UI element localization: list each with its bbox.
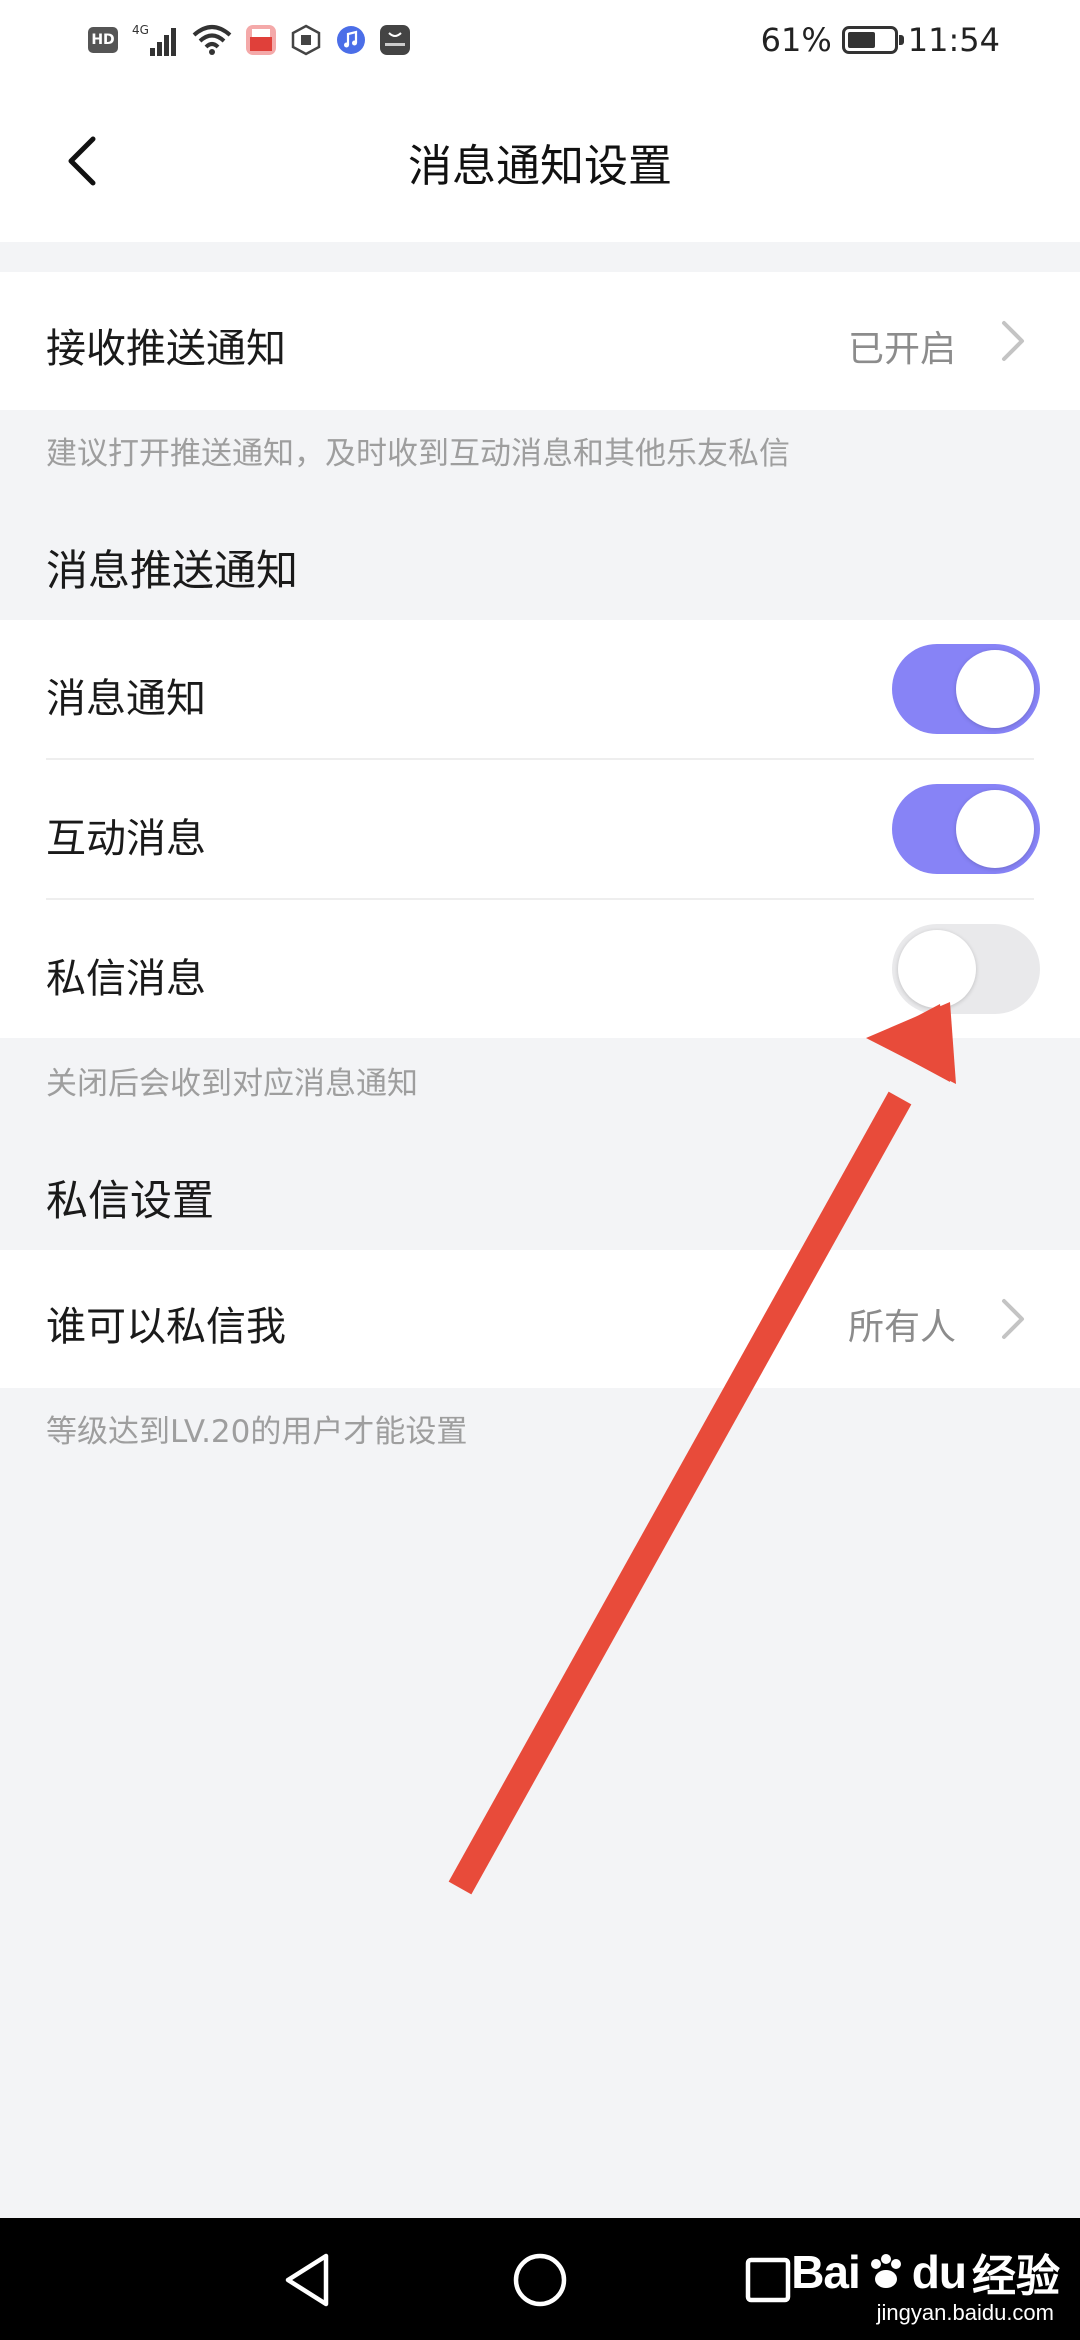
watermark-brand: Bai bbox=[791, 2246, 861, 2298]
app-hexagon-icon bbox=[290, 24, 322, 56]
watermark-url: jingyan.baidu.com bbox=[876, 2300, 1054, 2325]
push-notification-value: 已开启 bbox=[847, 329, 956, 370]
battery-percent: 61% bbox=[760, 21, 832, 59]
message-push-group: 消息通知 互动消息 私信消息 bbox=[0, 620, 1080, 1038]
home-circle-icon bbox=[513, 2253, 567, 2307]
private-message-label: 私信消息 bbox=[46, 956, 206, 1002]
baidu-watermark: Bai du 经验 bbox=[791, 2240, 1060, 2304]
dm-settings-section-title: 私信设置 bbox=[46, 1176, 215, 1225]
annotation-arrow-shaft bbox=[448, 1091, 912, 1895]
private-message-toggle[interactable] bbox=[892, 924, 1040, 1014]
toggle-knob bbox=[956, 650, 1034, 728]
status-right: 61% 11:54 bbox=[761, 18, 1000, 62]
recents-square-icon bbox=[745, 2257, 791, 2303]
status-bar: HD 4G 61% 11:54 bbox=[0, 0, 1080, 80]
navigation-bar: Bai du 经验 jingyan.baidu.com bbox=[0, 2218, 1080, 2340]
page-title: 消息通知设置 bbox=[408, 141, 672, 192]
who-can-dm-label: 谁可以私信我 bbox=[46, 1304, 286, 1350]
message-notification-label: 消息通知 bbox=[46, 676, 206, 722]
music-icon bbox=[336, 25, 366, 55]
divider bbox=[46, 898, 1034, 900]
paw-icon bbox=[870, 2254, 901, 2288]
divider bbox=[46, 758, 1034, 760]
who-can-dm-row[interactable]: 谁可以私信我 所有人 bbox=[0, 1250, 1080, 1388]
signal-4g-icon: 4G bbox=[132, 22, 178, 58]
watermark-cn-label: 经验 bbox=[972, 2251, 1060, 2302]
push-notification-label: 接收推送通知 bbox=[46, 326, 286, 372]
wifi-icon bbox=[192, 23, 232, 57]
message-notification-toggle[interactable] bbox=[892, 644, 1040, 734]
nav-home-button[interactable] bbox=[504, 2244, 576, 2316]
battery-level bbox=[847, 32, 875, 48]
toggle-knob bbox=[956, 790, 1034, 868]
signal-label: 4G bbox=[132, 23, 149, 37]
toggle-knob bbox=[898, 930, 976, 1008]
push-notification-row[interactable]: 接收推送通知 已开启 bbox=[0, 272, 1080, 410]
nav-back-button[interactable] bbox=[272, 2244, 344, 2316]
battery-icon bbox=[841, 26, 904, 54]
watermark-brand-suffix: du bbox=[911, 2246, 967, 2298]
status-icons: HD 4G bbox=[88, 22, 410, 58]
hd-icon: HD bbox=[88, 27, 118, 53]
message-push-section-title: 消息推送通知 bbox=[46, 546, 299, 595]
app-red-icon bbox=[246, 25, 276, 55]
chevron-right-icon bbox=[1002, 321, 1024, 361]
header: 消息通知设置 bbox=[0, 80, 1080, 242]
chevron-right-icon bbox=[1002, 1299, 1024, 1339]
status-time: 11:54 bbox=[907, 21, 1000, 59]
back-triangle-icon bbox=[285, 2253, 329, 2307]
dm-settings-hint: 等级达到LV.20的用户才能设置 bbox=[46, 1414, 468, 1450]
huawei-icon bbox=[380, 25, 410, 55]
message-push-hint: 关闭后会收到对应消息通知 bbox=[46, 1066, 418, 1102]
who-can-dm-value: 所有人 bbox=[847, 1307, 956, 1348]
interaction-message-label: 互动消息 bbox=[46, 816, 206, 862]
interaction-message-toggle[interactable] bbox=[892, 784, 1040, 874]
push-hint: 建议打开推送通知，及时收到互动消息和其他乐友私信 bbox=[46, 436, 790, 472]
